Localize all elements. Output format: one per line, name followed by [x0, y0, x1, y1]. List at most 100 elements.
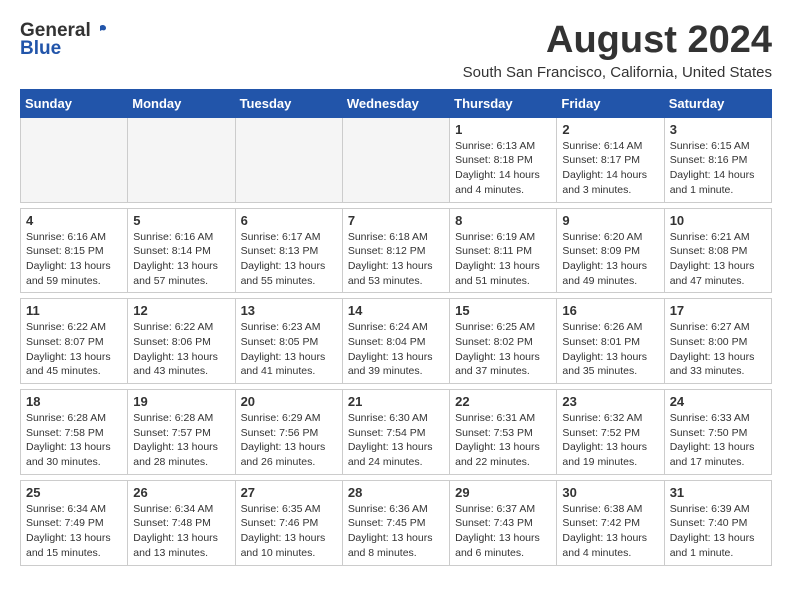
logo: General Blue [20, 20, 109, 60]
day-cell: 28 Sunrise: 6:36 AM Sunset: 7:45 PM Dayli… [342, 480, 449, 565]
day-info: Sunrise: 6:34 AM Sunset: 7:48 PM Dayligh… [133, 502, 229, 561]
day-cell: 6Sunrise: 6:17 AM Sunset: 8:13 PM Daylig… [235, 208, 342, 293]
day-number: 20 [241, 394, 337, 409]
day-cell: 22Sunrise: 6:31 AM Sunset: 7:53 PM Dayli… [450, 390, 557, 475]
day-info: Sunrise: 6:18 AM Sunset: 8:12 PM Dayligh… [348, 230, 444, 289]
day-info: Sunrise: 6:32 AM Sunset: 7:52 PM Dayligh… [562, 411, 658, 470]
day-info: Sunrise: 6:34 AM Sunset: 7:49 PM Dayligh… [26, 502, 122, 561]
calendar: SundayMondayTuesdayWednesdayThursdayFrid… [20, 89, 772, 566]
day-cell: 5Sunrise: 6:16 AM Sunset: 8:14 PM Daylig… [128, 208, 235, 293]
day-cell: 14 Sunrise: 6:24 AM Sunset: 8:04 PM Dayli… [342, 299, 449, 384]
day-number: 27 [241, 485, 337, 500]
day-info: Sunrise: 6:31 AM Sunset: 7:53 PM Dayligh… [455, 411, 551, 470]
day-number: 13 [241, 303, 337, 318]
day-number: 17 [670, 303, 766, 318]
day-number: 9 [562, 213, 658, 228]
day-info: Sunrise: 6:35 AM Sunset: 7:46 PM Dayligh… [241, 502, 337, 561]
day-cell: 18 Sunrise: 6:28 AM Sunset: 7:58 PM Dayli… [21, 390, 128, 475]
day-cell: 11Sunrise: 6:22 AM Sunset: 8:07 PM Dayli… [21, 299, 128, 384]
day-info: Sunrise: 6:25 AM Sunset: 8:02 PM Dayligh… [455, 320, 551, 379]
day-number: 28 [348, 485, 444, 500]
day-cell [21, 117, 128, 202]
day-cell: 15 Sunrise: 6:25 AM Sunset: 8:02 PM Dayli… [450, 299, 557, 384]
day-number: 10 [670, 213, 766, 228]
day-info: Sunrise: 6:39 AM Sunset: 7:40 PM Dayligh… [670, 502, 766, 561]
week-row-1: 1Sunrise: 6:13 AM Sunset: 8:18 PM Daylig… [21, 117, 772, 202]
day-cell: 2 Sunrise: 6:14 AM Sunset: 8:17 PM Daylig… [557, 117, 664, 202]
day-number: 31 [670, 485, 766, 500]
day-info: Sunrise: 6:15 AM Sunset: 8:16 PM Dayligh… [670, 139, 766, 198]
day-cell: 27 Sunrise: 6:35 AM Sunset: 7:46 PM Dayli… [235, 480, 342, 565]
day-cell: 17 Sunrise: 6:27 AM Sunset: 8:00 PM Dayli… [664, 299, 771, 384]
day-cell: 9 Sunrise: 6:20 AM Sunset: 8:09 PM Daylig… [557, 208, 664, 293]
column-header-thursday: Thursday [450, 89, 557, 117]
day-cell: 3 Sunrise: 6:15 AM Sunset: 8:16 PM Daylig… [664, 117, 771, 202]
day-cell: 10 Sunrise: 6:21 AM Sunset: 8:08 PM Dayli… [664, 208, 771, 293]
day-number: 3 [670, 122, 766, 137]
main-title: August 2024 [463, 20, 772, 62]
day-cell [235, 117, 342, 202]
day-info: Sunrise: 6:27 AM Sunset: 8:00 PM Dayligh… [670, 320, 766, 379]
day-number: 6 [241, 213, 337, 228]
day-cell: 31 Sunrise: 6:39 AM Sunset: 7:40 PM Dayli… [664, 480, 771, 565]
day-info: Sunrise: 6:37 AM Sunset: 7:43 PM Dayligh… [455, 502, 551, 561]
day-cell [128, 117, 235, 202]
day-number: 12 [133, 303, 229, 318]
day-cell: 12 Sunrise: 6:22 AM Sunset: 8:06 PM Dayli… [128, 299, 235, 384]
day-number: 7 [348, 213, 444, 228]
day-number: 24 [670, 394, 766, 409]
day-info: Sunrise: 6:16 AM Sunset: 8:14 PM Dayligh… [133, 230, 229, 289]
logo-blue: Blue [20, 38, 61, 60]
logo-bird-icon [92, 23, 108, 39]
day-number: 11 [26, 303, 122, 318]
day-info: Sunrise: 6:28 AM Sunset: 7:58 PM Dayligh… [26, 411, 122, 470]
day-info: Sunrise: 6:20 AM Sunset: 8:09 PM Dayligh… [562, 230, 658, 289]
day-number: 15 [455, 303, 551, 318]
day-cell: 25 Sunrise: 6:34 AM Sunset: 7:49 PM Dayli… [21, 480, 128, 565]
day-info: Sunrise: 6:21 AM Sunset: 8:08 PM Dayligh… [670, 230, 766, 289]
day-info: Sunrise: 6:38 AM Sunset: 7:42 PM Dayligh… [562, 502, 658, 561]
day-cell [342, 117, 449, 202]
day-number: 21 [348, 394, 444, 409]
day-number: 23 [562, 394, 658, 409]
day-info: Sunrise: 6:13 AM Sunset: 8:18 PM Dayligh… [455, 139, 551, 198]
day-cell: 7 Sunrise: 6:18 AM Sunset: 8:12 PM Daylig… [342, 208, 449, 293]
day-info: Sunrise: 6:26 AM Sunset: 8:01 PM Dayligh… [562, 320, 658, 379]
day-cell: 20Sunrise: 6:29 AM Sunset: 7:56 PM Dayli… [235, 390, 342, 475]
day-number: 4 [26, 213, 122, 228]
day-cell: 4 Sunrise: 6:16 AM Sunset: 8:15 PM Daylig… [21, 208, 128, 293]
day-number: 25 [26, 485, 122, 500]
day-info: Sunrise: 6:22 AM Sunset: 8:06 PM Dayligh… [133, 320, 229, 379]
day-cell: 26 Sunrise: 6:34 AM Sunset: 7:48 PM Dayli… [128, 480, 235, 565]
week-row-2: 4 Sunrise: 6:16 AM Sunset: 8:15 PM Daylig… [21, 208, 772, 293]
column-header-wednesday: Wednesday [342, 89, 449, 117]
day-info: Sunrise: 6:14 AM Sunset: 8:17 PM Dayligh… [562, 139, 658, 198]
week-row-5: 25 Sunrise: 6:34 AM Sunset: 7:49 PM Dayli… [21, 480, 772, 565]
day-info: Sunrise: 6:28 AM Sunset: 7:57 PM Dayligh… [133, 411, 229, 470]
day-number: 14 [348, 303, 444, 318]
day-number: 26 [133, 485, 229, 500]
day-cell: 24Sunrise: 6:33 AM Sunset: 7:50 PM Dayli… [664, 390, 771, 475]
column-header-monday: Monday [128, 89, 235, 117]
day-number: 19 [133, 394, 229, 409]
day-number: 29 [455, 485, 551, 500]
day-number: 8 [455, 213, 551, 228]
column-header-tuesday: Tuesday [235, 89, 342, 117]
column-header-friday: Friday [557, 89, 664, 117]
day-cell: 23 Sunrise: 6:32 AM Sunset: 7:52 PM Dayli… [557, 390, 664, 475]
calendar-header-row: SundayMondayTuesdayWednesdayThursdayFrid… [21, 89, 772, 117]
day-info: Sunrise: 6:19 AM Sunset: 8:11 PM Dayligh… [455, 230, 551, 289]
day-info: Sunrise: 6:16 AM Sunset: 8:15 PM Dayligh… [26, 230, 122, 289]
day-cell: 19 Sunrise: 6:28 AM Sunset: 7:57 PM Dayli… [128, 390, 235, 475]
day-info: Sunrise: 6:36 AM Sunset: 7:45 PM Dayligh… [348, 502, 444, 561]
column-header-sunday: Sunday [21, 89, 128, 117]
day-number: 18 [26, 394, 122, 409]
day-info: Sunrise: 6:30 AM Sunset: 7:54 PM Dayligh… [348, 411, 444, 470]
week-row-3: 11Sunrise: 6:22 AM Sunset: 8:07 PM Dayli… [21, 299, 772, 384]
day-number: 2 [562, 122, 658, 137]
subtitle: South San Francisco, California, United … [463, 64, 772, 81]
day-number: 30 [562, 485, 658, 500]
day-cell: 29 Sunrise: 6:37 AM Sunset: 7:43 PM Dayli… [450, 480, 557, 565]
day-info: Sunrise: 6:24 AM Sunset: 8:04 PM Dayligh… [348, 320, 444, 379]
week-row-4: 18 Sunrise: 6:28 AM Sunset: 7:58 PM Dayli… [21, 390, 772, 475]
